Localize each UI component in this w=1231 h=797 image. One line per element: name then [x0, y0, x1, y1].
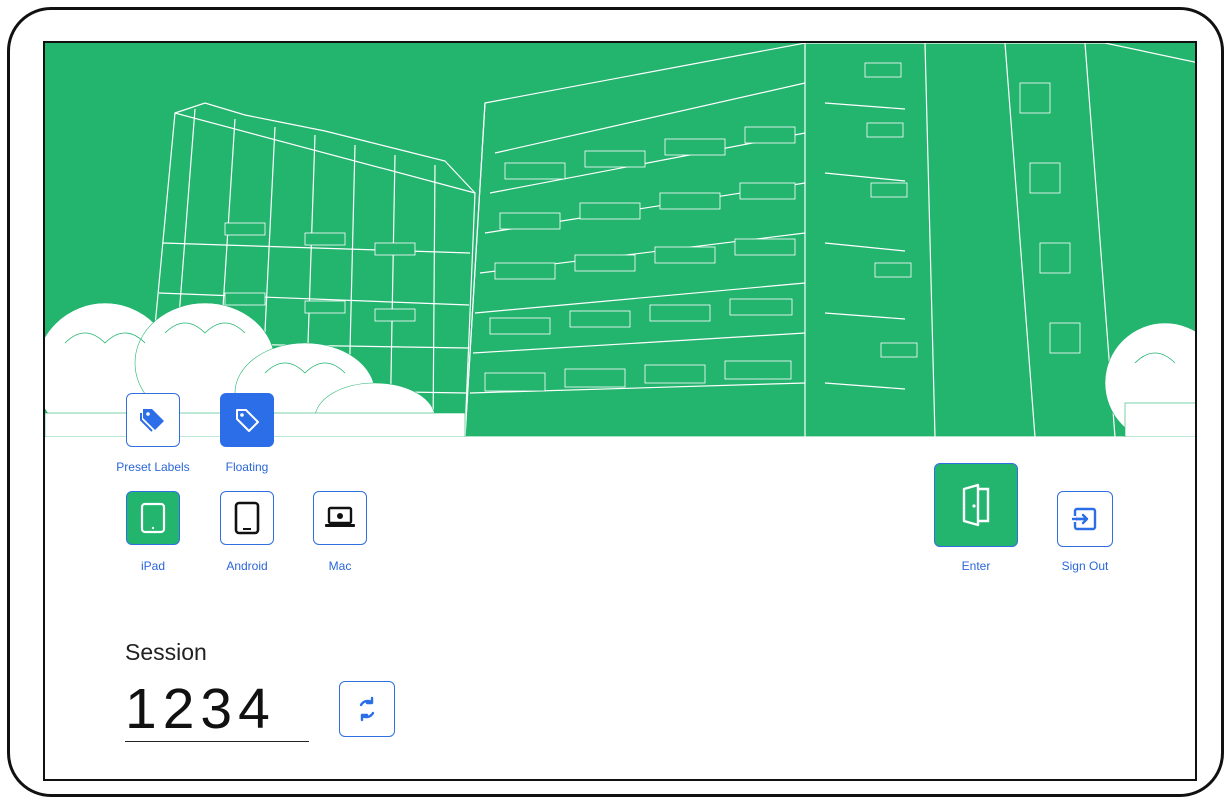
door-open-icon	[962, 483, 990, 527]
floating-label: Floating	[225, 460, 269, 474]
ipad-label: iPad	[140, 559, 166, 573]
tags-icon	[140, 409, 164, 432]
refresh-icon	[359, 696, 375, 722]
laptop-icon	[325, 506, 355, 527]
mac-label: Mac	[328, 559, 352, 573]
android-device-button[interactable]	[220, 491, 274, 545]
session-code: 1234	[125, 677, 309, 742]
sign-out-button[interactable]	[1057, 491, 1113, 547]
enter-label: Enter	[961, 559, 991, 573]
app-screen: Preset Labels Floating iPad Android Mac	[43, 41, 1197, 781]
preset-labels-button[interactable]	[126, 393, 180, 447]
header-banner-illustration	[45, 43, 1195, 437]
floating-button[interactable]	[220, 393, 274, 447]
building-illustration	[45, 43, 1195, 437]
sign-in-arrow-icon	[1072, 507, 1097, 531]
mac-device-button[interactable]	[313, 491, 367, 545]
enter-button[interactable]	[934, 463, 1018, 547]
preset-labels-label: Preset Labels	[116, 460, 190, 474]
ipad-device-button[interactable]	[126, 491, 180, 545]
android-label: Android	[226, 559, 268, 573]
tablet-icon	[140, 502, 166, 534]
tag-icon	[236, 409, 259, 432]
refresh-session-button[interactable]	[339, 681, 395, 737]
session-title: Session	[125, 639, 207, 665]
sign-out-label: Sign Out	[1061, 559, 1109, 573]
tablet-icon	[234, 501, 260, 535]
